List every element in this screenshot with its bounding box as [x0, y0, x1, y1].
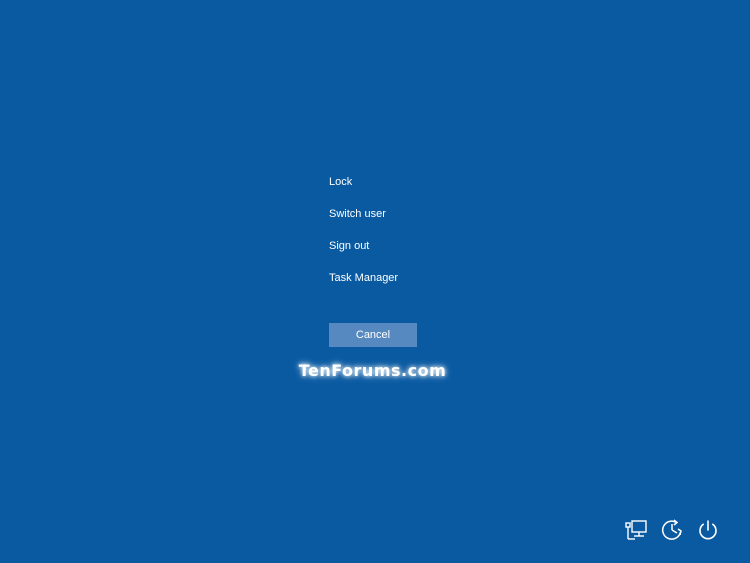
network-icon[interactable]	[624, 517, 648, 543]
power-icon[interactable]	[696, 517, 720, 543]
ease-of-access-icon[interactable]	[660, 517, 684, 543]
watermark: TenForums.com	[298, 361, 447, 380]
system-controls	[624, 517, 720, 543]
sign-out-option[interactable]: Sign out	[329, 238, 469, 254]
switch-user-option[interactable]: Switch user	[329, 206, 469, 222]
task-manager-option[interactable]: Task Manager	[329, 270, 469, 286]
cancel-button[interactable]: Cancel	[329, 323, 417, 347]
ctrl-alt-del-menu: Lock Switch user Sign out Task Manager	[329, 174, 469, 286]
lock-option[interactable]: Lock	[329, 174, 469, 190]
